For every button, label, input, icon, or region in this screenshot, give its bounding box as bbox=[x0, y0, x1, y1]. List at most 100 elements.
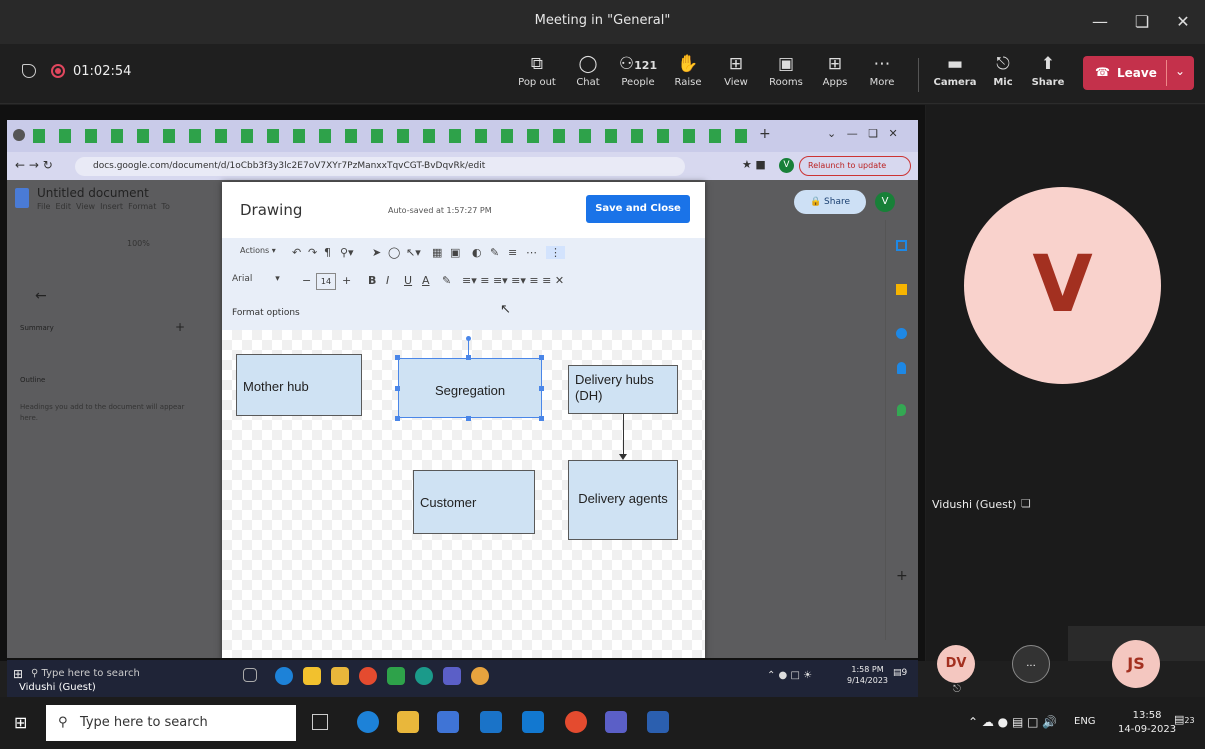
windows-start-icon[interactable]: ⊞ bbox=[13, 667, 23, 681]
resize-handle[interactable] bbox=[466, 355, 471, 360]
language-indicator[interactable]: ENG bbox=[1074, 716, 1096, 727]
border-weight-icon[interactable]: ≡ bbox=[508, 246, 517, 259]
profile-avatar[interactable]: V bbox=[779, 158, 794, 173]
rotate-handle[interactable] bbox=[466, 336, 471, 341]
resize-handle[interactable] bbox=[539, 416, 544, 421]
tray-icons[interactable]: ⌃ ● □ ☀ bbox=[767, 670, 812, 681]
actions-menu[interactable]: Actions ▾ bbox=[240, 246, 276, 255]
doc-menu-bar[interactable]: File Edit View Insert Format To bbox=[37, 202, 170, 211]
select-icon[interactable]: ➤ bbox=[372, 246, 381, 259]
resize-handle[interactable] bbox=[395, 355, 400, 360]
word-icon[interactable] bbox=[647, 711, 669, 733]
browser-window-controls[interactable]: ⌄ — ❏ ✕ bbox=[827, 127, 898, 140]
participant-tile-dv[interactable]: DV bbox=[937, 645, 975, 683]
search-box[interactable]: ⚲ Type here to search bbox=[46, 705, 296, 741]
system-tray-icons[interactable]: ⌃ ☁ ● ▤ □ 🔊 bbox=[968, 715, 1057, 729]
format-options-link[interactable]: Format options bbox=[232, 308, 300, 318]
resize-handle[interactable] bbox=[539, 386, 544, 391]
shape-icon[interactable]: ◯ bbox=[388, 246, 400, 259]
sticky-notes-icon[interactable] bbox=[303, 667, 321, 685]
shape-mother-hub[interactable]: Mother hub bbox=[236, 354, 362, 416]
paint-format-icon[interactable]: ¶ bbox=[324, 246, 331, 259]
inner-clock[interactable]: 1:58 PM 9/14/2023 bbox=[847, 664, 888, 686]
new-tab-icon[interactable]: + bbox=[759, 126, 771, 142]
chrome-icon[interactable] bbox=[565, 711, 587, 733]
store-icon[interactable] bbox=[437, 711, 459, 733]
line-icon[interactable]: ↖▾ bbox=[406, 246, 421, 259]
connector-arrow[interactable] bbox=[623, 414, 624, 458]
more-participants-button[interactable]: ... bbox=[1012, 645, 1050, 683]
add-addon-icon[interactable]: + bbox=[896, 568, 908, 584]
back-forward-reload-icons[interactable]: ← → ↻ bbox=[15, 158, 53, 172]
shape-customer[interactable]: Customer bbox=[413, 470, 535, 534]
redo-icon[interactable]: ↷ bbox=[308, 246, 317, 259]
shape-delivery-hubs[interactable]: Delivery hubs (DH) bbox=[568, 365, 678, 414]
rooms-button[interactable]: ▣ Rooms bbox=[763, 52, 809, 98]
textbox-icon[interactable]: ▦ bbox=[432, 246, 442, 259]
app-icon[interactable] bbox=[415, 667, 433, 685]
back-arrow-icon[interactable]: ← bbox=[35, 288, 47, 304]
mic-button[interactable]: ⎋ Mic bbox=[980, 52, 1026, 98]
browser-tabs[interactable] bbox=[33, 129, 753, 143]
doc-share-button[interactable]: 🔒 Share bbox=[794, 190, 866, 214]
sheets-icon[interactable] bbox=[387, 667, 405, 685]
text-color-icon[interactable]: A bbox=[422, 274, 430, 287]
chevron-down-icon[interactable]: ⌄ bbox=[1175, 64, 1185, 78]
minimize-button[interactable]: — bbox=[1080, 8, 1120, 36]
file-explorer-icon[interactable] bbox=[331, 667, 349, 685]
add-summary-icon[interactable]: + bbox=[175, 320, 185, 334]
tasks-icon[interactable] bbox=[896, 328, 907, 339]
resize-handle[interactable] bbox=[466, 416, 471, 421]
doc-profile-avatar[interactable]: V bbox=[875, 192, 895, 212]
edge-icon[interactable] bbox=[357, 711, 379, 733]
drawing-canvas[interactable]: Mother hub Segregation Delivery hubs (DH… bbox=[222, 330, 705, 658]
zoom-icon[interactable]: ⚲▾ bbox=[340, 246, 354, 259]
teams-icon[interactable] bbox=[605, 711, 627, 733]
notification-icon[interactable]: ▤9 bbox=[893, 668, 907, 678]
camera-button[interactable]: ▬ Camera bbox=[932, 52, 978, 98]
increase-font-icon[interactable]: + bbox=[342, 274, 351, 287]
file-explorer-icon[interactable] bbox=[397, 711, 419, 733]
url-field[interactable]: docs.google.com/document/d/1oCbb3f3y3lc2… bbox=[75, 157, 685, 176]
fill-color-icon[interactable]: ◐ bbox=[472, 246, 482, 259]
border-color-icon[interactable]: ✎ bbox=[490, 246, 499, 259]
more-options-icon[interactable]: ⋮ bbox=[546, 246, 565, 259]
highlight-icon[interactable]: ✎ bbox=[442, 274, 451, 287]
undo-icon[interactable]: ↶ bbox=[292, 246, 301, 259]
participant-tile-js[interactable]: JS bbox=[1112, 640, 1160, 688]
paragraph-tools-icons[interactable]: ≡▾ ≡ ≡▾ ≡▾ ≡ ≡ ✕ bbox=[462, 274, 564, 287]
keep-icon[interactable] bbox=[896, 284, 907, 295]
underline-icon[interactable]: U bbox=[404, 274, 412, 287]
leave-button[interactable]: ☎ Leave ⌄ bbox=[1083, 56, 1194, 90]
relaunch-button[interactable]: Relaunch to update bbox=[799, 156, 911, 176]
edge-icon[interactable] bbox=[275, 667, 293, 685]
bold-icon[interactable]: B bbox=[368, 274, 376, 287]
windows-start-icon[interactable]: ⊞ bbox=[14, 713, 27, 732]
resize-handle[interactable] bbox=[395, 386, 400, 391]
save-and-close-button[interactable]: Save and Close bbox=[586, 195, 690, 223]
chat-button[interactable]: ◯ Chat bbox=[565, 52, 611, 98]
shape-segregation[interactable]: Segregation bbox=[398, 358, 542, 418]
decrease-font-icon[interactable]: − bbox=[302, 274, 311, 287]
maximize-button[interactable]: ❏ bbox=[1122, 8, 1162, 36]
mail-icon[interactable] bbox=[522, 711, 544, 733]
font-select[interactable]: Arial ▾ bbox=[232, 274, 280, 284]
pop-out-button[interactable]: ⧉ Pop out bbox=[514, 52, 560, 98]
zoom-level[interactable]: 100% bbox=[127, 239, 150, 248]
resize-handle[interactable] bbox=[539, 355, 544, 360]
teams-icon[interactable] bbox=[443, 667, 461, 685]
people-button[interactable]: ⚇121 People bbox=[612, 52, 664, 98]
close-button[interactable]: ✕ bbox=[1163, 8, 1203, 36]
resize-handle[interactable] bbox=[395, 416, 400, 421]
contacts-icon[interactable] bbox=[897, 362, 906, 374]
chrome-icon[interactable] bbox=[359, 667, 377, 685]
italic-icon[interactable]: I bbox=[386, 274, 389, 287]
apps-button[interactable]: ⊞ Apps bbox=[812, 52, 858, 98]
clock[interactable]: 13:58 14-09-2023 bbox=[1118, 709, 1176, 737]
font-size-input[interactable]: 14 bbox=[316, 273, 336, 290]
task-view-icon[interactable] bbox=[312, 714, 328, 730]
image-icon[interactable]: ▣ bbox=[450, 246, 460, 259]
notification-center-icon[interactable]: ▤23 bbox=[1174, 713, 1195, 726]
share-button[interactable]: ⬆ Share bbox=[1025, 52, 1071, 98]
inner-search-box[interactable]: ⚲ Type here to search bbox=[31, 664, 231, 684]
